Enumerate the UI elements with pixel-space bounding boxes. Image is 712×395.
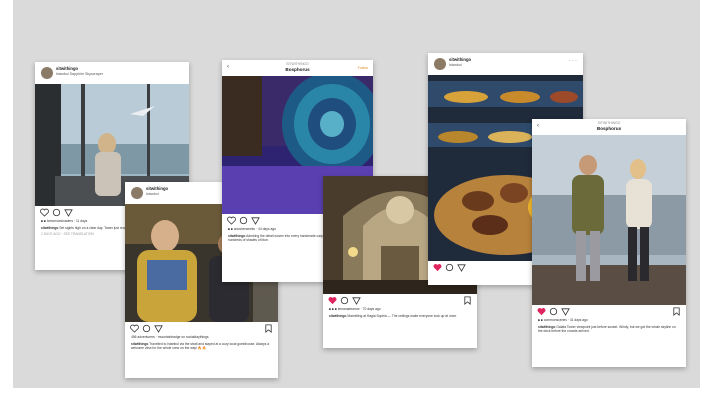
page-title: Bosphorus: [285, 67, 310, 72]
bookmark-icon[interactable]: [463, 296, 472, 305]
heart-icon[interactable]: [328, 296, 337, 305]
heart-icon[interactable]: [537, 307, 546, 316]
more-icon[interactable]: ···: [569, 58, 578, 64]
bookmark-icon[interactable]: [672, 307, 681, 316]
account-label: SITWITHINGO: [286, 62, 309, 66]
caption-username[interactable]: sitwithingo: [329, 314, 346, 318]
actions-bar: [323, 294, 477, 306]
post-photo[interactable]: [532, 135, 686, 305]
bookmark-icon[interactable]: [264, 324, 273, 333]
location[interactable]: Istanbul Sapphire Skyscraper: [56, 72, 103, 76]
heart-icon[interactable]: [130, 324, 139, 333]
avatar[interactable]: [434, 58, 446, 70]
post-card-rooftop: ‹ SITWITHINGO Bosphorus ■ ■ commonscenes…: [532, 119, 686, 367]
post-top-bar: ‹ SITWITHINGO Bosphorus: [532, 119, 686, 135]
post-caption: sitwithingo Galata Tower viewpoint just …: [532, 324, 686, 335]
caption-username[interactable]: sitwithingo: [41, 226, 58, 230]
share-icon[interactable]: [352, 296, 361, 305]
caption-text: Marvelling at Hagia Sophia — The ceiling…: [347, 313, 458, 318]
share-icon[interactable]: [561, 307, 570, 316]
actions-bar: [125, 322, 278, 334]
comment-icon[interactable]: [52, 208, 61, 217]
page-title: Bosphorus: [596, 126, 622, 131]
comment-icon[interactable]: [340, 296, 349, 305]
comment-icon[interactable]: [142, 324, 151, 333]
caption-username[interactable]: sitwithingo: [131, 342, 148, 346]
post-top-bar: ‹ SITWITHINGO Bosphorus Follow: [222, 60, 373, 76]
post-header: sitwithingo Istanbul ···: [428, 53, 583, 75]
caption-username[interactable]: sitwithingo: [228, 234, 245, 238]
caption-text: Travelled to Istanbul via the strait and…: [131, 341, 270, 351]
comment-icon[interactable]: [445, 263, 454, 272]
heart-icon[interactable]: [433, 263, 442, 272]
comment-icon[interactable]: [549, 307, 558, 316]
collage-board: sitwithingo Istanbul Sapphire Skyscraper: [13, 0, 700, 388]
heart-icon[interactable]: [227, 216, 236, 225]
avatar[interactable]: [41, 67, 53, 79]
caption-text: Galata Tower viewpoint just before sunse…: [538, 324, 676, 334]
location[interactable]: Istanbul: [146, 192, 159, 196]
actions-bar: [532, 305, 686, 317]
avatar[interactable]: [131, 187, 143, 199]
location[interactable]: Istanbul: [449, 63, 462, 67]
share-icon[interactable]: [251, 216, 260, 225]
photo-rooftop-couple: [532, 135, 686, 305]
comment-icon[interactable]: [239, 216, 248, 225]
share-icon[interactable]: [64, 208, 73, 217]
username[interactable]: sitwithingo: [146, 186, 168, 191]
heart-icon[interactable]: [40, 208, 49, 217]
username[interactable]: sitwithingo: [56, 66, 78, 71]
follow-button[interactable]: Follow: [358, 66, 368, 70]
post-caption: sitwithingo Travelled to Istanbul via th…: [125, 341, 278, 352]
post-header: sitwithingo Istanbul Sapphire Skyscraper: [35, 62, 189, 84]
share-icon[interactable]: [457, 263, 466, 272]
username[interactable]: sitwithingo: [449, 57, 471, 62]
post-caption: sitwithingo Marvelling at Hagia Sophia —…: [323, 313, 477, 320]
account-label: SITWITHINGO: [597, 121, 621, 125]
caption-username[interactable]: sitwithingo: [538, 325, 555, 329]
share-icon[interactable]: [154, 324, 163, 333]
